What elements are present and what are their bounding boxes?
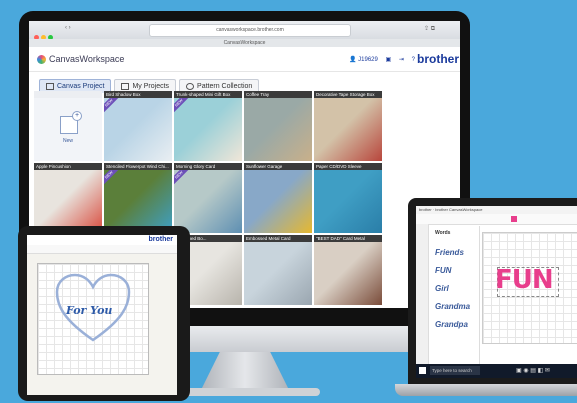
font-sample[interactable]: Words (435, 230, 450, 236)
project-tile[interactable]: Paper CD/DVD Sleeve (314, 163, 382, 233)
project-title: Bird Shadow Box (104, 91, 172, 98)
new-ribbon: NEW (104, 170, 119, 185)
project-thumbnail (244, 98, 312, 161)
tablet-screen: brother For You (27, 235, 177, 395)
project-tile[interactable]: Bird Shadow Box NEW (104, 91, 172, 161)
project-tile[interactable]: Coffee Tray (244, 91, 312, 161)
canvas-text[interactable]: For You (66, 304, 112, 317)
new-project-tile[interactable]: + New (34, 91, 102, 161)
app-header: CanvasWorkspace 👤 J19629 ▣ ⇥ ? brother (29, 47, 460, 72)
project-title: Embossed Metal Card (244, 235, 312, 242)
back-forward-icon[interactable]: ‹ › (65, 25, 71, 31)
project-title: "BEST DAD" Card Metal (314, 235, 382, 242)
laptop-canvas[interactable]: FUN (482, 232, 577, 344)
font-sample[interactable]: Friends (435, 248, 464, 257)
project-thumbnail: NEW (104, 98, 172, 161)
tablet-canvas[interactable]: For You (37, 263, 149, 375)
project-thumbnail (34, 170, 102, 233)
help-icon[interactable]: ? (412, 57, 415, 63)
browser-tab[interactable]: CanvasWorkspace (29, 39, 460, 47)
canvas-icon (46, 82, 54, 90)
project-title: Coffee Tray (244, 91, 312, 98)
app-logo[interactable]: CanvasWorkspace (37, 54, 125, 65)
project-thumbnail (314, 170, 382, 233)
windows-taskbar: Type here to search ▣ ◉ ▤ ◧ ✉ (416, 364, 577, 378)
new-ribbon: NEW (174, 98, 189, 113)
tablet-toolbar[interactable] (27, 245, 177, 254)
font-sample[interactable]: Grandpa (435, 320, 468, 329)
project-tile[interactable]: Embossed Metal Card (244, 235, 312, 305)
main-tabs: Canvas Project My Projects Pattern Collect… (39, 75, 262, 93)
brand-logo: brother (417, 52, 459, 66)
project-title: Sunflower Garage (244, 163, 312, 170)
new-ribbon: NEW (104, 98, 119, 113)
project-tile[interactable]: Morning Glory Card NEW (174, 163, 242, 233)
address-bar[interactable]: canvasworkspace.brother.com (149, 24, 351, 37)
font-sample[interactable]: FUN (435, 266, 451, 275)
taskbar-search[interactable]: Type here to search (430, 366, 480, 375)
project-title: Paper CD/DVD Sleeve (314, 163, 382, 170)
tab-label: Canvas Project (57, 83, 105, 90)
color-swatch-icon[interactable] (511, 216, 517, 222)
project-tile[interactable]: "BEST DAD" Card Metal (314, 235, 382, 305)
project-tile[interactable]: Sunflower Garage (244, 163, 312, 233)
logo-icon (37, 55, 46, 65)
tile-title (34, 91, 102, 98)
browser-toolbar: ‹ › canvasworkspace.brother.com ⇪ ⧉ (29, 21, 460, 40)
project-thumbnail: NEW (174, 98, 242, 161)
user-icon[interactable]: 👤 (349, 57, 356, 63)
tablet-brand: brother (148, 236, 174, 243)
windows-start-icon[interactable] (419, 367, 426, 374)
laptop-toolbar[interactable] (416, 214, 577, 225)
project-thumbnail (244, 242, 312, 305)
project-title: Stenciled Flowerpot Wind Chi... (104, 163, 172, 170)
share-icon[interactable]: ⇪ ⧉ (424, 25, 435, 33)
monitor-stand (200, 352, 290, 392)
project-title: Morning Glory Card (174, 163, 242, 170)
project-tile[interactable]: Stenciled Flowerpot Wind Chi... NEW (104, 163, 172, 233)
laptop-title-bar: brother · brother CanvasWorkspace (416, 206, 577, 214)
project-tile[interactable]: Apple Pincushion (34, 163, 102, 233)
taskbar-app-icons[interactable]: ▣ ◉ ▤ ◧ ✉ (516, 367, 550, 374)
user-id[interactable]: J19629 (358, 57, 378, 63)
new-ribbon: NEW (174, 170, 189, 185)
tile-thumb: + New (34, 98, 102, 161)
laptop-base (395, 384, 577, 396)
font-list: Words Friends FUN Girl Grandma Grandpa (429, 226, 480, 364)
monitor-base (170, 388, 320, 396)
folder-icon (121, 82, 130, 90)
folder-icon[interactable]: ▣ (386, 57, 392, 63)
project-thumbnail (314, 98, 382, 161)
project-thumbnail: NEW (104, 170, 172, 233)
project-thumbnail: NEW (174, 170, 242, 233)
project-thumbnail (244, 170, 312, 233)
canvas-text[interactable]: FUN (495, 265, 554, 295)
project-tile[interactable]: Trunk-shaped Mini Gift Box NEW (174, 91, 242, 161)
tab-label: My Projects (132, 83, 170, 90)
project-title: Decorative Tape Storage Box (314, 91, 382, 98)
laptop-tool-sidebar[interactable] (416, 224, 429, 364)
font-sample[interactable]: Grandma (435, 302, 470, 311)
laptop-screen: brother · brother CanvasWorkspace Words F… (416, 206, 577, 378)
project-tile[interactable]: Decorative Tape Storage Box (314, 91, 382, 161)
project-title: Trunk-shaped Mini Gift Box (174, 91, 242, 98)
project-title: Apple Pincushion (34, 163, 102, 170)
logo-text: CanvasWorkspace (49, 54, 125, 64)
plus-icon: + (72, 111, 82, 121)
logout-icon[interactable]: ⇥ (399, 57, 404, 63)
new-label: New (62, 138, 73, 144)
font-sample[interactable]: Girl (435, 284, 449, 293)
tab-label: Pattern Collection (197, 83, 253, 90)
header-icons: 👤 J19629 ▣ ⇥ ? (349, 56, 415, 63)
project-thumbnail (314, 242, 382, 305)
pattern-icon (186, 82, 195, 90)
